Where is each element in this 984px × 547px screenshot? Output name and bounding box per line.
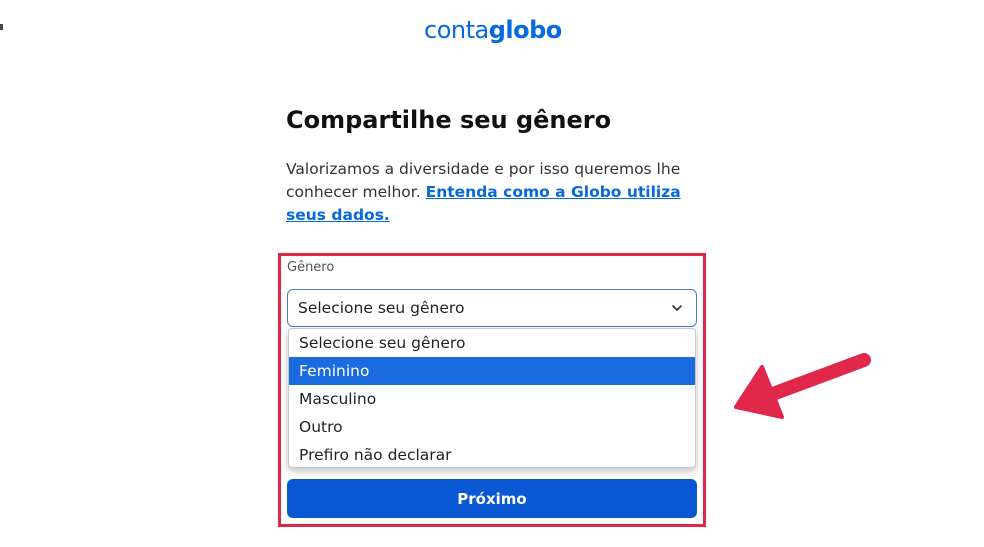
chevron-down-icon	[672, 305, 682, 311]
page-title: Compartilhe seu gênero	[286, 106, 612, 134]
description-text: Valorizamos a diversidade e por isso que…	[286, 160, 681, 224]
edge-artifact	[0, 24, 3, 30]
option-masculino[interactable]: Masculino	[289, 385, 695, 413]
option-outro[interactable]: Outro	[289, 413, 695, 441]
gender-select[interactable]: Selecione seu gênero	[287, 289, 697, 327]
option-feminino[interactable]: Feminino	[289, 357, 695, 385]
gender-field-label: Gênero	[287, 260, 335, 275]
gender-select-value: Selecione seu gênero	[298, 299, 465, 317]
next-button[interactable]: Próximo	[287, 479, 697, 518]
red-arrow-annotation-icon	[734, 353, 871, 419]
option-selecione[interactable]: Selecione seu gênero	[289, 329, 695, 357]
conta-globo-logo: contaglobo	[424, 16, 562, 44]
option-prefiro-nao-declarar[interactable]: Prefiro não declarar	[289, 441, 695, 467]
gender-dropdown-list: Selecione seu gênero Feminino Masculino …	[288, 328, 696, 468]
